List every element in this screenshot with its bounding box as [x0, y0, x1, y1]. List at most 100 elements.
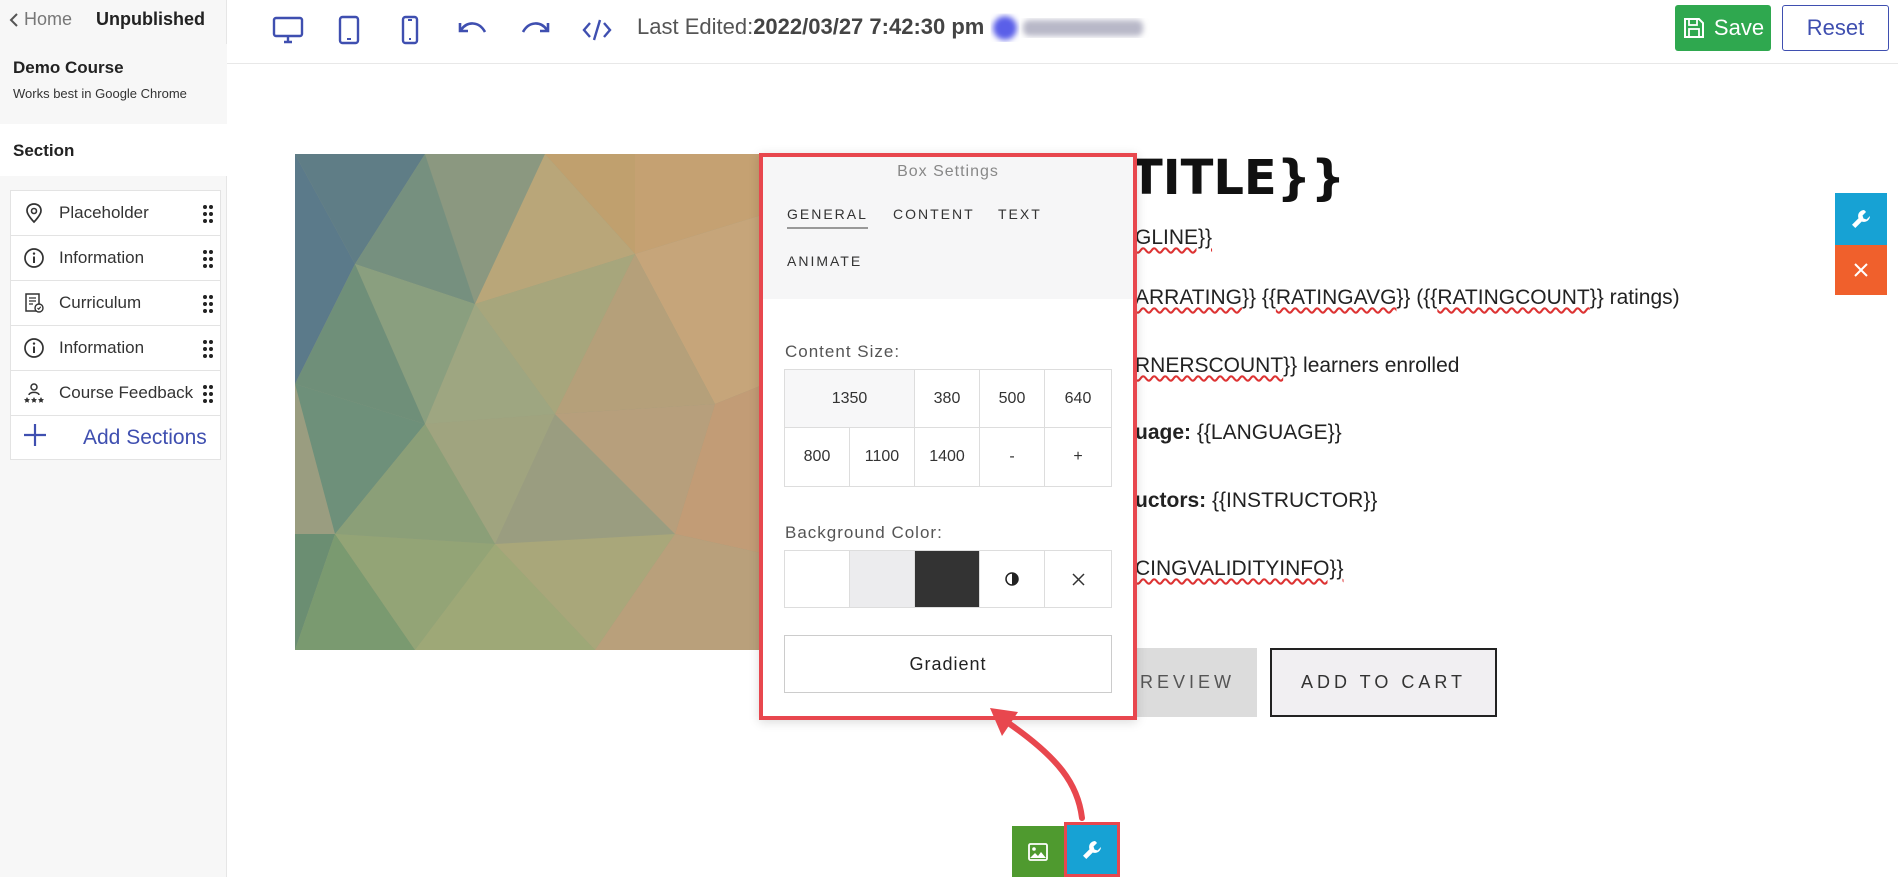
desktop-view-button[interactable]	[271, 14, 305, 46]
sidebar-item-information[interactable]: Information	[10, 235, 221, 280]
size-option-800[interactable]: 800	[785, 428, 850, 486]
add-sections-button[interactable]: Add Sections	[10, 415, 221, 460]
size-option-1350[interactable]: 1350	[785, 370, 915, 428]
redo-icon	[521, 22, 550, 33]
tab-content[interactable]: CONTENT	[893, 206, 975, 222]
drag-handle-icon[interactable]	[202, 249, 214, 269]
sidebar-item-curriculum[interactable]: Curriculum	[10, 280, 221, 325]
rating-avg-token: RATINGAVG	[1275, 286, 1397, 309]
chevron-left-icon	[9, 12, 18, 27]
add-sections-label: Add Sections	[83, 425, 207, 449]
gradient-button[interactable]: Gradient	[784, 635, 1112, 693]
image-settings-button[interactable]	[1012, 826, 1064, 877]
drag-handle-icon[interactable]	[202, 204, 214, 224]
course-info: Demo Course Works best in Google Chrome	[0, 44, 227, 124]
section-list: Placeholder Information Curriculum Infor…	[10, 190, 221, 460]
sidebar-item-label: Curriculum	[59, 293, 142, 312]
map-pin-icon	[23, 202, 45, 224]
mobile-icon	[401, 15, 419, 45]
home-label: Home	[24, 9, 73, 29]
box-settings-title: Box Settings	[897, 163, 999, 180]
validity-token: CINGVALIDITYINFO}}	[1135, 557, 1344, 580]
size-increase-button[interactable]: +	[1045, 428, 1111, 486]
course-title: Demo Course	[13, 58, 124, 77]
drag-handle-icon[interactable]	[202, 294, 214, 314]
background-color-row	[784, 550, 1112, 608]
section-heading: Section	[0, 124, 227, 176]
content-size-grid: 1350 380 500 640 800 1100 1400 - +	[784, 369, 1112, 487]
learners-line: RNERSCOUNT}} learners enrolled	[1135, 354, 1459, 378]
tablet-view-button[interactable]	[332, 14, 366, 46]
instructors-line: uctors: {{INSTRUCTOR}}	[1135, 489, 1377, 513]
wrench-icon	[1083, 840, 1101, 859]
tablet-icon	[338, 15, 360, 45]
course-heading: TITLE}}	[1130, 150, 1346, 206]
content-size-label: Content Size:	[785, 342, 901, 361]
undo-button[interactable]	[456, 14, 490, 46]
save-icon	[1683, 18, 1704, 38]
add-to-cart-button[interactable]: ADD TO CART	[1270, 648, 1497, 717]
section-settings-button[interactable]	[1835, 193, 1887, 245]
reset-button[interactable]: Reset	[1782, 5, 1889, 51]
image-icon	[1028, 842, 1048, 861]
tab-general[interactable]: GENERAL	[787, 206, 868, 229]
size-option-1100[interactable]: 1100	[850, 428, 915, 486]
tab-animate[interactable]: ANIMATE	[787, 253, 862, 269]
save-button[interactable]: Save	[1675, 5, 1771, 51]
sidebar-item-information-2[interactable]: Information	[10, 325, 221, 370]
box-settings-button[interactable]	[1064, 822, 1120, 877]
instructors-label: uctors:	[1135, 489, 1207, 512]
last-edited-value: 2022/03/27 7:42:30 pm	[753, 14, 985, 39]
swatch-dark[interactable]	[915, 551, 980, 607]
drag-handle-icon[interactable]	[202, 384, 214, 404]
swatch-light-gray[interactable]	[850, 551, 915, 607]
section-remove-button[interactable]	[1835, 245, 1887, 295]
box-settings-header: Box Settings GENERAL CONTENT TEXT ANIMAT…	[763, 157, 1133, 299]
sidebar-item-label: Information	[59, 338, 145, 357]
rating-suffix: }} ratings)	[1589, 286, 1680, 309]
size-option-500[interactable]: 500	[980, 370, 1045, 428]
plus-icon	[21, 421, 61, 454]
size-option-380[interactable]: 380	[915, 370, 980, 428]
rating-sep: }} {{	[1241, 286, 1276, 309]
undo-icon	[458, 22, 487, 33]
tab-text[interactable]: TEXT	[998, 206, 1042, 222]
language-label: uage:	[1135, 421, 1192, 444]
size-option-640[interactable]: 640	[1045, 370, 1111, 428]
info-circle-icon	[23, 247, 45, 269]
sidebar-item-label: Placeholder	[59, 203, 149, 222]
contrast-button[interactable]	[980, 551, 1045, 607]
top-toolbar: Last Edited:2022/03/27 7:42:30 pm Save R…	[227, 0, 1898, 64]
close-icon	[1071, 572, 1085, 586]
drag-handle-icon[interactable]	[202, 339, 214, 359]
rating-token: ARRATING	[1135, 286, 1242, 309]
background-color-label: Background Color:	[785, 523, 943, 542]
publish-status: Unpublished	[96, 9, 205, 29]
learners-suffix: }} learners enrolled	[1283, 354, 1460, 377]
box-settings-panel: Box Settings GENERAL CONTENT TEXT ANIMAT…	[759, 153, 1137, 720]
sidebar-item-course-feedback[interactable]: Course Feedback	[10, 370, 221, 415]
mobile-view-button[interactable]	[393, 14, 427, 46]
course-subtitle: Works best in Google Chrome	[13, 86, 187, 101]
redo-button[interactable]	[518, 14, 552, 46]
last-edited: Last Edited:2022/03/27 7:42:30 pm	[637, 14, 984, 40]
preview-button[interactable]: REVIEW	[1120, 648, 1257, 717]
size-decrease-button[interactable]: -	[980, 428, 1045, 486]
rating-line: ARRATING}} {{RATINGAVG}} ({{RATINGCOUNT}…	[1135, 286, 1680, 310]
wrench-icon	[1852, 210, 1870, 228]
sidebar: Home Unpublished Demo Course Works best …	[0, 0, 227, 877]
language-value: {{LANGUAGE}}	[1196, 421, 1342, 444]
feedback-icon	[23, 382, 45, 404]
size-option-1400[interactable]: 1400	[915, 428, 980, 486]
sidebar-item-placeholder[interactable]: Placeholder	[10, 190, 221, 235]
info-circle-icon	[23, 337, 45, 359]
tagline: GLINE}}	[1135, 226, 1212, 250]
home-link[interactable]: Home	[8, 9, 72, 30]
code-view-button[interactable]	[580, 14, 614, 46]
user-avatar	[993, 16, 1143, 40]
hero-image	[295, 154, 765, 650]
language-line: uage: {{LANGUAGE}}	[1135, 421, 1342, 445]
clear-color-button[interactable]	[1045, 551, 1111, 607]
swatch-white[interactable]	[785, 551, 850, 607]
sidebar-item-label: Information	[59, 248, 145, 267]
